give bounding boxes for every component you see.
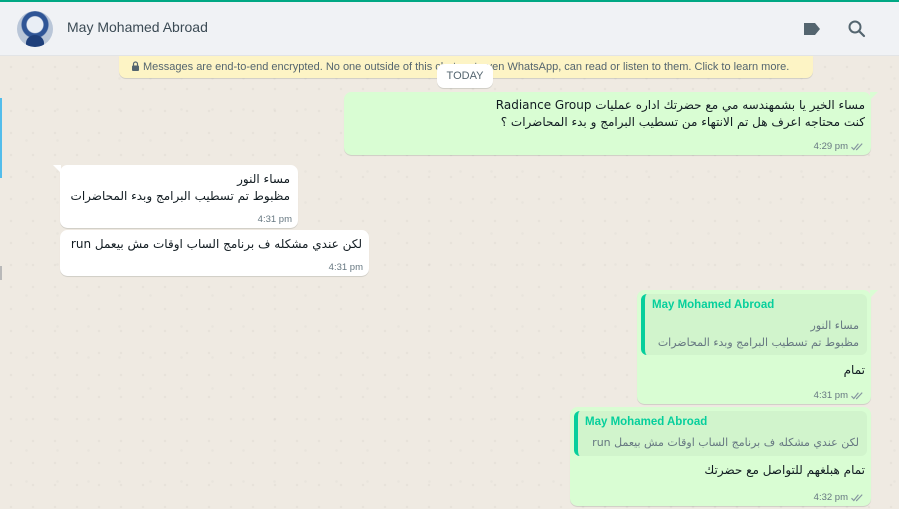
message-time: 4:31 pm <box>813 390 848 401</box>
message-text: تمام هبلغهم للتواصل مع حضرتك <box>704 463 865 477</box>
chat-header[interactable]: May Mohamed Abroad <box>0 2 899 56</box>
message-list[interactable]: Messages are end-to-end encrypted. No on… <box>0 56 899 509</box>
message-meta: 4:31 pm <box>329 262 363 273</box>
message-time: 4:31 pm <box>328 262 363 273</box>
contact-avatar[interactable] <box>17 11 53 47</box>
quoted-message[interactable]: May Mohamed Abroad مساء النور مظبوط تم ت… <box>641 294 867 355</box>
message-time: 4:32 pm <box>813 492 848 503</box>
left-edge-strip <box>0 266 2 280</box>
double-check-icon <box>851 142 863 150</box>
label-icon[interactable] <box>800 17 824 41</box>
message-bubble-incoming[interactable]: مساء النور مظبوط تم تسطيب البرامج وبدء ا… <box>53 165 298 228</box>
left-edge-strip <box>0 98 2 178</box>
message-meta: 4:29 pm <box>814 141 865 152</box>
contact-name[interactable]: May Mohamed Abroad <box>67 19 208 35</box>
message-bubble-outgoing[interactable]: May Mohamed Abroad مساء النور مظبوط تم ت… <box>637 290 878 404</box>
message-text: تمام <box>843 363 865 377</box>
message-meta: 4:31 pm <box>258 214 292 225</box>
quoted-text: لكن عندي مشكله ف برنامج الساب اوقات مش ب… <box>592 436 859 449</box>
double-check-icon <box>851 391 863 399</box>
message-time: 4:31 pm <box>257 214 292 225</box>
message-bubble-incoming[interactable]: لكن عندي مشكله ف برنامج الساب اوقات مش ب… <box>60 230 369 276</box>
search-icon[interactable] <box>845 17 869 41</box>
lock-icon <box>132 61 139 71</box>
message-text: مساء الخير يا بشمهندسه مي مع حضرتك اداره… <box>495 98 865 112</box>
quoted-text: مساء النور <box>810 319 859 332</box>
quoted-message[interactable]: May Mohamed Abroad لكن عندي مشكله ف برنا… <box>574 411 867 456</box>
message-text: كنت محتاجه اعرف هل تم الانتهاء من تسطيب … <box>500 115 865 129</box>
message-text: مساء النور <box>237 172 290 186</box>
quoted-author: May Mohamed Abroad <box>585 416 708 428</box>
message-bubble-outgoing[interactable]: May Mohamed Abroad لكن عندي مشكله ف برنا… <box>570 407 871 506</box>
message-bubble-outgoing[interactable]: مساء الخير يا بشمهندسه مي مع حضرتك اداره… <box>344 92 878 155</box>
quoted-text: مظبوط تم تسطيب البرامج وبدء المحاضرات <box>657 336 859 349</box>
message-time: 4:29 pm <box>813 141 848 152</box>
message-meta: 4:32 pm <box>814 492 865 503</box>
date-divider: TODAY <box>437 64 493 88</box>
message-meta: 4:31 pm <box>814 390 865 401</box>
message-text: لكن عندي مشكله ف برنامج الساب اوقات مش ب… <box>70 237 362 251</box>
double-check-icon <box>851 493 863 501</box>
message-text: مظبوط تم تسطيب البرامج وبدء المحاضرات <box>70 189 290 203</box>
quoted-author: May Mohamed Abroad <box>652 299 775 311</box>
